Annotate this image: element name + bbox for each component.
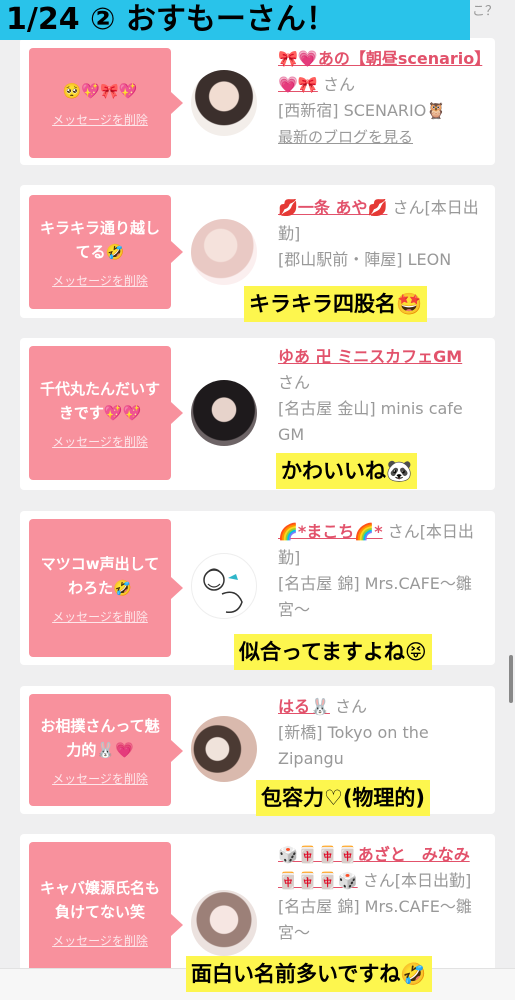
avatar[interactable] — [191, 380, 257, 446]
honorific: さん — [322, 75, 355, 94]
shop-label: [名古屋 錦] Mrs.CAFE〜雛宮〜 — [278, 897, 472, 942]
profile-info: 🎲🀄🀄🀄あざと みなみ🀄🀄🀄🎲 さん[本日出勤] [名古屋 錦] Mrs.CAF… — [278, 842, 488, 946]
honorific: さん[本日出勤] — [362, 871, 472, 890]
message-text: 🥺💖🎀💖 — [62, 81, 138, 100]
shop-label: [新橋] Tokyo on the Zipangu — [278, 723, 429, 768]
profile-name-link[interactable]: 🌈*まこち🌈* — [278, 522, 383, 541]
message-text: 千代丸たんだいすきです💖💖 — [39, 379, 160, 422]
page-title: 1/24 ② おすもーさん！ — [0, 0, 470, 40]
message-bubble: マツコw声出してわろた🤣 メッセージを削除 — [29, 519, 171, 657]
bubble-arrow — [171, 92, 183, 114]
bubble-arrow — [171, 577, 183, 599]
shop-label: [名古屋 金山] minis cafe GM — [278, 399, 463, 444]
top-right-link[interactable]: こ？ — [472, 0, 498, 19]
overlay-caption: かわいいね🐼 — [276, 453, 418, 489]
avatar[interactable] — [191, 219, 257, 285]
profile-name-link[interactable]: ゆあ 卍 ミニスカフェGM — [278, 347, 462, 366]
delete-message-link[interactable]: メッセージを削除 — [52, 932, 148, 949]
message-bubble: お相撲さんって魅力的🐰💗 メッセージを削除 — [29, 694, 171, 806]
message-card: 🥺💖🎀💖 メッセージを削除 🎀💗あの【朝昼scenario】💗🎀 さん [西新宿… — [20, 38, 495, 165]
delete-message-link[interactable]: メッセージを削除 — [52, 770, 148, 787]
profile-info: はる🐰 さん [新橋] Tokyo on the Zipangu — [278, 694, 488, 772]
bubble-arrow — [171, 914, 183, 936]
delete-message-link[interactable]: メッセージを削除 — [52, 433, 148, 450]
message-bubble: キラキラ通り越してる🤣 メッセージを削除 — [29, 195, 171, 309]
sketch-icon — [203, 568, 243, 614]
message-text: お相撲さんって魅力的🐰💗 — [40, 716, 160, 759]
message-text: マツコw声出してわろた🤣 — [40, 554, 160, 597]
overlay-caption: 面白い名前多いですね🤣 — [186, 956, 432, 992]
overlay-caption: 包容力♡(物理的) — [256, 780, 431, 816]
delete-message-link[interactable]: メッセージを削除 — [52, 272, 148, 289]
overlay-caption: キラキラ四股名🤩 — [244, 286, 428, 322]
delete-message-link[interactable]: メッセージを削除 — [52, 111, 148, 128]
bubble-arrow — [171, 241, 183, 263]
delete-message-link[interactable]: メッセージを削除 — [52, 608, 148, 625]
profile-info: ゆあ 卍 ミニスカフェGM さん [名古屋 金山] minis cafe GM — [278, 344, 488, 448]
shop-label: [西新宿] SCENARIO🦉 — [278, 101, 447, 120]
message-bubble: キャバ嬢源氏名も負けてない笑 メッセージを削除 — [29, 842, 171, 982]
profile-info: 💋一条 あや💋 さん[本日出勤] [郡山駅前・陣屋] LEON — [278, 195, 488, 273]
avatar[interactable] — [191, 716, 257, 782]
overlay-caption: 似合ってますよね😝 — [234, 634, 432, 670]
scrollbar[interactable] — [509, 655, 513, 703]
profile-name-link[interactable]: はる🐰 — [278, 697, 330, 716]
message-text: キャバ嬢源氏名も負けてない笑 — [39, 878, 160, 921]
profile-info: 🌈*まこち🌈* さん[本日出勤] [名古屋 錦] Mrs.CAFE〜雛宮〜 — [278, 519, 488, 623]
avatar[interactable] — [191, 70, 257, 136]
shop-label: [名古屋 錦] Mrs.CAFE〜雛宮〜 — [278, 574, 472, 619]
message-card: 千代丸たんだいすきです💖💖 メッセージを削除 ゆあ 卍 ミニスカフェGM さん … — [20, 338, 495, 490]
profile-name-link[interactable]: 💋一条 あや💋 — [278, 198, 387, 217]
bubble-arrow — [171, 740, 183, 762]
avatar[interactable] — [191, 890, 257, 956]
message-bubble: 🥺💖🎀💖 メッセージを削除 — [29, 48, 171, 158]
honorific: さん — [278, 373, 311, 392]
profile-name-link[interactable]: 🎀💗あの【朝昼scenario】💗🎀 — [278, 49, 482, 94]
latest-blog-link[interactable]: 最新のブログを見る — [278, 128, 413, 146]
honorific: さん — [335, 697, 368, 716]
message-bubble: 千代丸たんだいすきです💖💖 メッセージを削除 — [29, 346, 171, 480]
avatar[interactable] — [191, 553, 257, 619]
bubble-arrow — [171, 402, 183, 424]
message-text: キラキラ通り越してる🤣 — [39, 218, 160, 261]
shop-label: [郡山駅前・陣屋] LEON — [278, 250, 452, 269]
profile-info: 🎀💗あの【朝昼scenario】💗🎀 さん [西新宿] SCENARIO🦉 最新… — [278, 46, 488, 150]
